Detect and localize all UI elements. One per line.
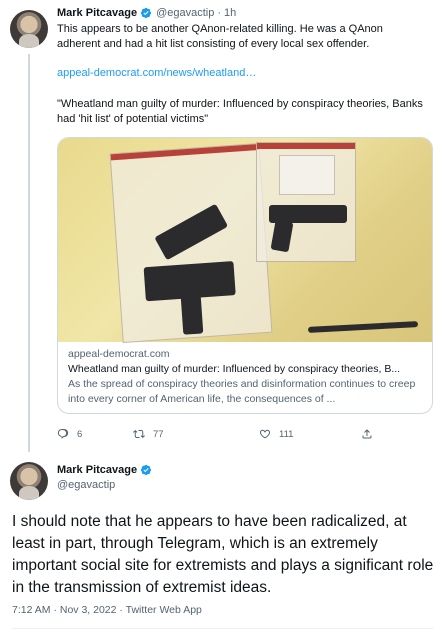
author-handle[interactable]: @egavactip [156,7,214,19]
verified-badge-icon [140,464,152,476]
tweet-timestamp[interactable]: 7:12 AM · Nov 3, 2022 · Twitter Web App [12,604,202,616]
avatar[interactable] [10,10,48,48]
retweet-button[interactable]: 77 [133,428,164,440]
evidence-bag-left [109,142,273,344]
author-name[interactable]: Mark Pitcavage [57,464,137,476]
retweet-count: 77 [153,428,164,440]
tweet1-header: Mark Pitcavage @egavactip · 1h [57,7,236,19]
reply-button[interactable]: 6 [57,428,82,440]
like-icon [260,429,270,439]
knife [307,321,419,333]
share-icon [362,429,372,439]
evidence-bag-right [256,142,356,262]
avatar[interactable] [10,462,48,500]
card-title: Wheatland man guilty of murder: Influenc… [68,363,401,375]
separator: · [217,7,222,19]
tweet-action-bar: 6 77 111 [57,428,433,442]
like-count: 111 [279,428,294,440]
share-button[interactable] [361,428,373,440]
like-button[interactable]: 111 [259,428,293,440]
tweet2-header-name: Mark Pitcavage [57,464,156,476]
card-meta: appeal-democrat.com Wheatland man guilty… [58,343,432,411]
card-domain: appeal-democrat.com [68,348,170,360]
tweet2-header-handle: @egavactip [57,479,115,491]
thread-connector-line [28,54,30,452]
reply-icon [57,429,69,439]
divider [12,628,434,629]
reply-count: 6 [77,428,83,440]
card-description: As the spread of conspiracy theories and… [68,378,416,405]
verified-badge-icon [140,7,152,19]
tweet-time[interactable]: 1h [224,7,236,19]
author-name[interactable]: Mark Pitcavage [57,7,137,19]
retweet-icon [133,429,145,439]
quoted-headline: "Wheatland man guilty of murder: Influen… [57,98,423,125]
article-link[interactable]: appeal-democrat.com/news/wheatland… [57,67,256,79]
link-preview-card[interactable]: appeal-democrat.com Wheatland man guilty… [57,137,433,414]
tweet-text: I should note that he appears to have be… [12,513,434,596]
card-image [58,138,432,344]
author-handle[interactable]: @egavactip [57,479,115,491]
tweet-text: This appears to be another QAnon-related… [57,23,383,50]
